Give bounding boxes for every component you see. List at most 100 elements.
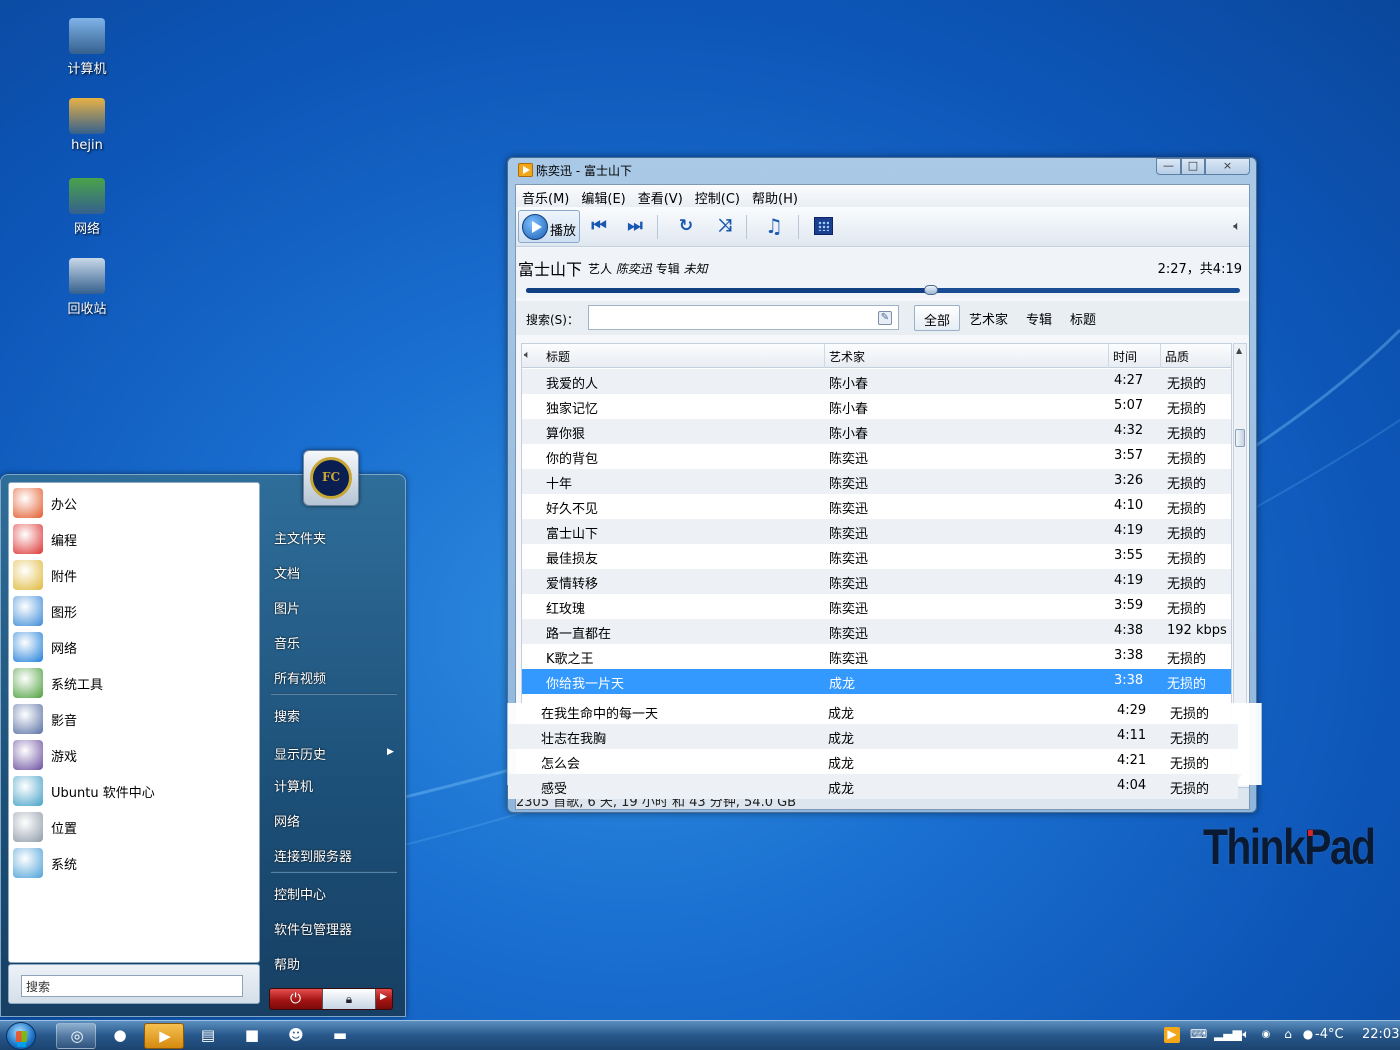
menu-item[interactable]: 编辑(E)	[575, 185, 631, 207]
column-time[interactable]: 时间	[1113, 348, 1137, 365]
clear-search-icon[interactable]: ✎	[878, 311, 892, 325]
next-icon[interactable]: ⏭	[622, 214, 648, 238]
maximize-button[interactable]: □	[1181, 158, 1205, 175]
track-title: 爱情转移	[546, 577, 599, 592]
filter-tab[interactable]: 专辑	[1017, 305, 1061, 331]
start-category-3[interactable]: 图形	[11, 594, 255, 628]
table-row[interactable]: 好久不见 陈奕迅 4:10 无损的	[522, 494, 1231, 519]
start-place-4[interactable]: 所有视频	[274, 668, 326, 687]
start-place-2[interactable]: 图片	[274, 598, 300, 617]
start-category-8[interactable]: Ubuntu 软件中心	[11, 774, 255, 808]
table-row[interactable]: 你的背包 陈奕迅 3:57 无损的	[522, 444, 1231, 469]
start-category-9[interactable]: 位置	[11, 810, 255, 844]
keyboard-tray-icon[interactable]: ⌨	[1190, 1027, 1207, 1043]
table-row[interactable]: 独家记忆 陈小春 5:07 无损的	[522, 394, 1231, 419]
volume-tray-icon[interactable]: 🔈︎	[1238, 1027, 1254, 1043]
power-icon[interactable]: ⏻	[290, 991, 301, 1007]
table-row[interactable]: 红玫瑰 陈奕迅 3:59 无损的	[522, 594, 1231, 619]
window-titlebar[interactable]: 陈奕迅 - 富士山下 — □ ×	[508, 158, 1256, 183]
table-row[interactable]: 我爱的人 陈小春 4:27 无损的	[522, 369, 1231, 394]
scrollbar-thumb[interactable]	[1235, 429, 1245, 447]
start-place-9[interactable]: 连接到服务器	[274, 846, 352, 865]
filter-tab[interactable]: 艺术家	[960, 305, 1017, 331]
shutdown-options-icon[interactable]: ▶	[380, 992, 387, 1002]
start-place-8[interactable]: 网络	[274, 811, 300, 830]
menu-item[interactable]: 帮助(H)	[746, 185, 804, 207]
seek-bar-handle[interactable]	[923, 285, 938, 295]
terminal-task[interactable]: ■	[232, 1023, 272, 1049]
start-search-input[interactable]	[21, 975, 243, 997]
start-place-10[interactable]: 控制中心	[274, 884, 326, 903]
table-row[interactable]: K歌之王 陈奕迅 3:38 无损的	[522, 644, 1231, 669]
lock-icon[interactable]: 🔒︎	[322, 989, 376, 1009]
column-quality[interactable]: 品质	[1165, 348, 1189, 365]
start-category-4[interactable]: 网络	[11, 630, 255, 664]
music-note-icon[interactable]: ♫	[761, 214, 787, 238]
start-place-1[interactable]: 文档	[274, 563, 300, 582]
minimize-button[interactable]: —	[1156, 158, 1181, 175]
track-title: 红玫瑰	[546, 602, 586, 617]
contacts-task[interactable]: ☻	[276, 1023, 316, 1049]
browser-task[interactable]: ◎	[56, 1023, 96, 1049]
start-place-7[interactable]: 计算机	[274, 776, 313, 795]
play-button[interactable]: 播放	[518, 210, 580, 243]
start-place-0[interactable]: 主文件夹	[274, 528, 326, 547]
network-tray-icon[interactable]: ⌂	[1280, 1027, 1296, 1043]
visualizer-icon[interactable]	[814, 217, 833, 235]
start-category-7[interactable]: 游戏	[11, 738, 255, 772]
desktop-icon-2[interactable]: 网络	[42, 178, 132, 237]
start-place-12[interactable]: 帮助	[274, 954, 300, 973]
start-place-6[interactable]: 显示历史	[274, 744, 326, 763]
repeat-icon[interactable]: ↻	[673, 214, 699, 238]
clock[interactable]: 22:03	[1362, 1027, 1399, 1042]
music-player-task[interactable]: ▶	[144, 1023, 184, 1049]
filter-tab[interactable]: 全部	[914, 305, 961, 331]
menu-item[interactable]: 查看(V)	[632, 185, 689, 207]
filter-tab[interactable]: 标题	[1061, 305, 1105, 331]
table-row[interactable]: 算你狠 陈小春 4:32 无损的	[522, 419, 1231, 444]
start-category-0[interactable]: 办公	[11, 486, 255, 520]
table-row[interactable]: 富士山下 陈奕迅 4:19 无损的	[522, 519, 1231, 544]
start-category-10[interactable]: 系统	[11, 846, 255, 880]
start-button[interactable]	[6, 1022, 36, 1050]
notes-task[interactable]: ▤	[188, 1023, 228, 1049]
start-category-2[interactable]: 附件	[11, 558, 255, 592]
desktop-icon-0[interactable]: 计算机	[42, 18, 132, 77]
table-row[interactable]: 最佳损友 陈奕迅 3:55 无损的	[522, 544, 1231, 569]
table-row[interactable]: 十年 陈奕迅 3:26 无损的	[522, 469, 1231, 494]
column-title[interactable]: 标题	[546, 348, 570, 365]
qq-task[interactable]: ●	[100, 1023, 140, 1049]
table-row[interactable]: 爱情转移 陈奕迅 4:19 无损的	[522, 569, 1231, 594]
desktop-icon-1[interactable]: hejin	[42, 98, 132, 153]
shuffle-icon[interactable]: ⤨	[712, 214, 738, 238]
menu-item[interactable]: 控制(C)	[689, 185, 746, 207]
search-filter-tabs: 全部 艺术家 专辑 标题	[914, 305, 1105, 331]
start-place-5[interactable]: 搜索	[274, 706, 300, 725]
search-input[interactable]	[588, 305, 899, 330]
table-row[interactable]: 感受 成龙 4:04 无损的	[508, 774, 1238, 799]
menu-item[interactable]: 音乐(M)	[516, 185, 575, 207]
table-row[interactable]: 你给我一片天 成龙 3:38 无损的	[522, 669, 1231, 694]
table-row[interactable]: 壮志在我胸 成龙 4:11 无损的	[508, 724, 1238, 749]
seek-bar[interactable]	[526, 285, 1240, 295]
close-button[interactable]: ×	[1205, 158, 1250, 175]
files-task[interactable]: ▬	[320, 1023, 360, 1049]
table-row[interactable]: 在我生命中的每一天 成龙 4:29 无损的	[508, 699, 1238, 724]
previous-icon[interactable]: ⏮	[586, 214, 612, 238]
user-avatar[interactable]	[303, 450, 359, 506]
table-row[interactable]: 路一直都在 陈奕迅 4:38 192 kbps	[522, 619, 1231, 644]
desktop-icon-3[interactable]: 回收站	[42, 258, 132, 317]
start-category-6[interactable]: 影音	[11, 702, 255, 736]
start-category-5[interactable]: 系统工具	[11, 666, 255, 700]
column-artist[interactable]: 艺术家	[829, 348, 865, 365]
signal-icon[interactable]: ▂▄▆	[1214, 1027, 1242, 1043]
scroll-up-icon[interactable]: ▲	[1236, 346, 1242, 355]
start-place-11[interactable]: 软件包管理器	[274, 919, 352, 938]
start-category-1[interactable]: 编程	[11, 522, 255, 556]
table-row[interactable]: 怎么会 成龙 4:21 无损的	[508, 749, 1238, 774]
track-quality: 无损的	[1170, 732, 1210, 747]
tray-expand-icon[interactable]: ◉	[1258, 1029, 1274, 1045]
volume-icon[interactable]: 🔈︎	[1233, 219, 1241, 234]
start-place-3[interactable]: 音乐	[274, 633, 300, 652]
player-tray-icon[interactable]: ▶	[1164, 1027, 1180, 1043]
